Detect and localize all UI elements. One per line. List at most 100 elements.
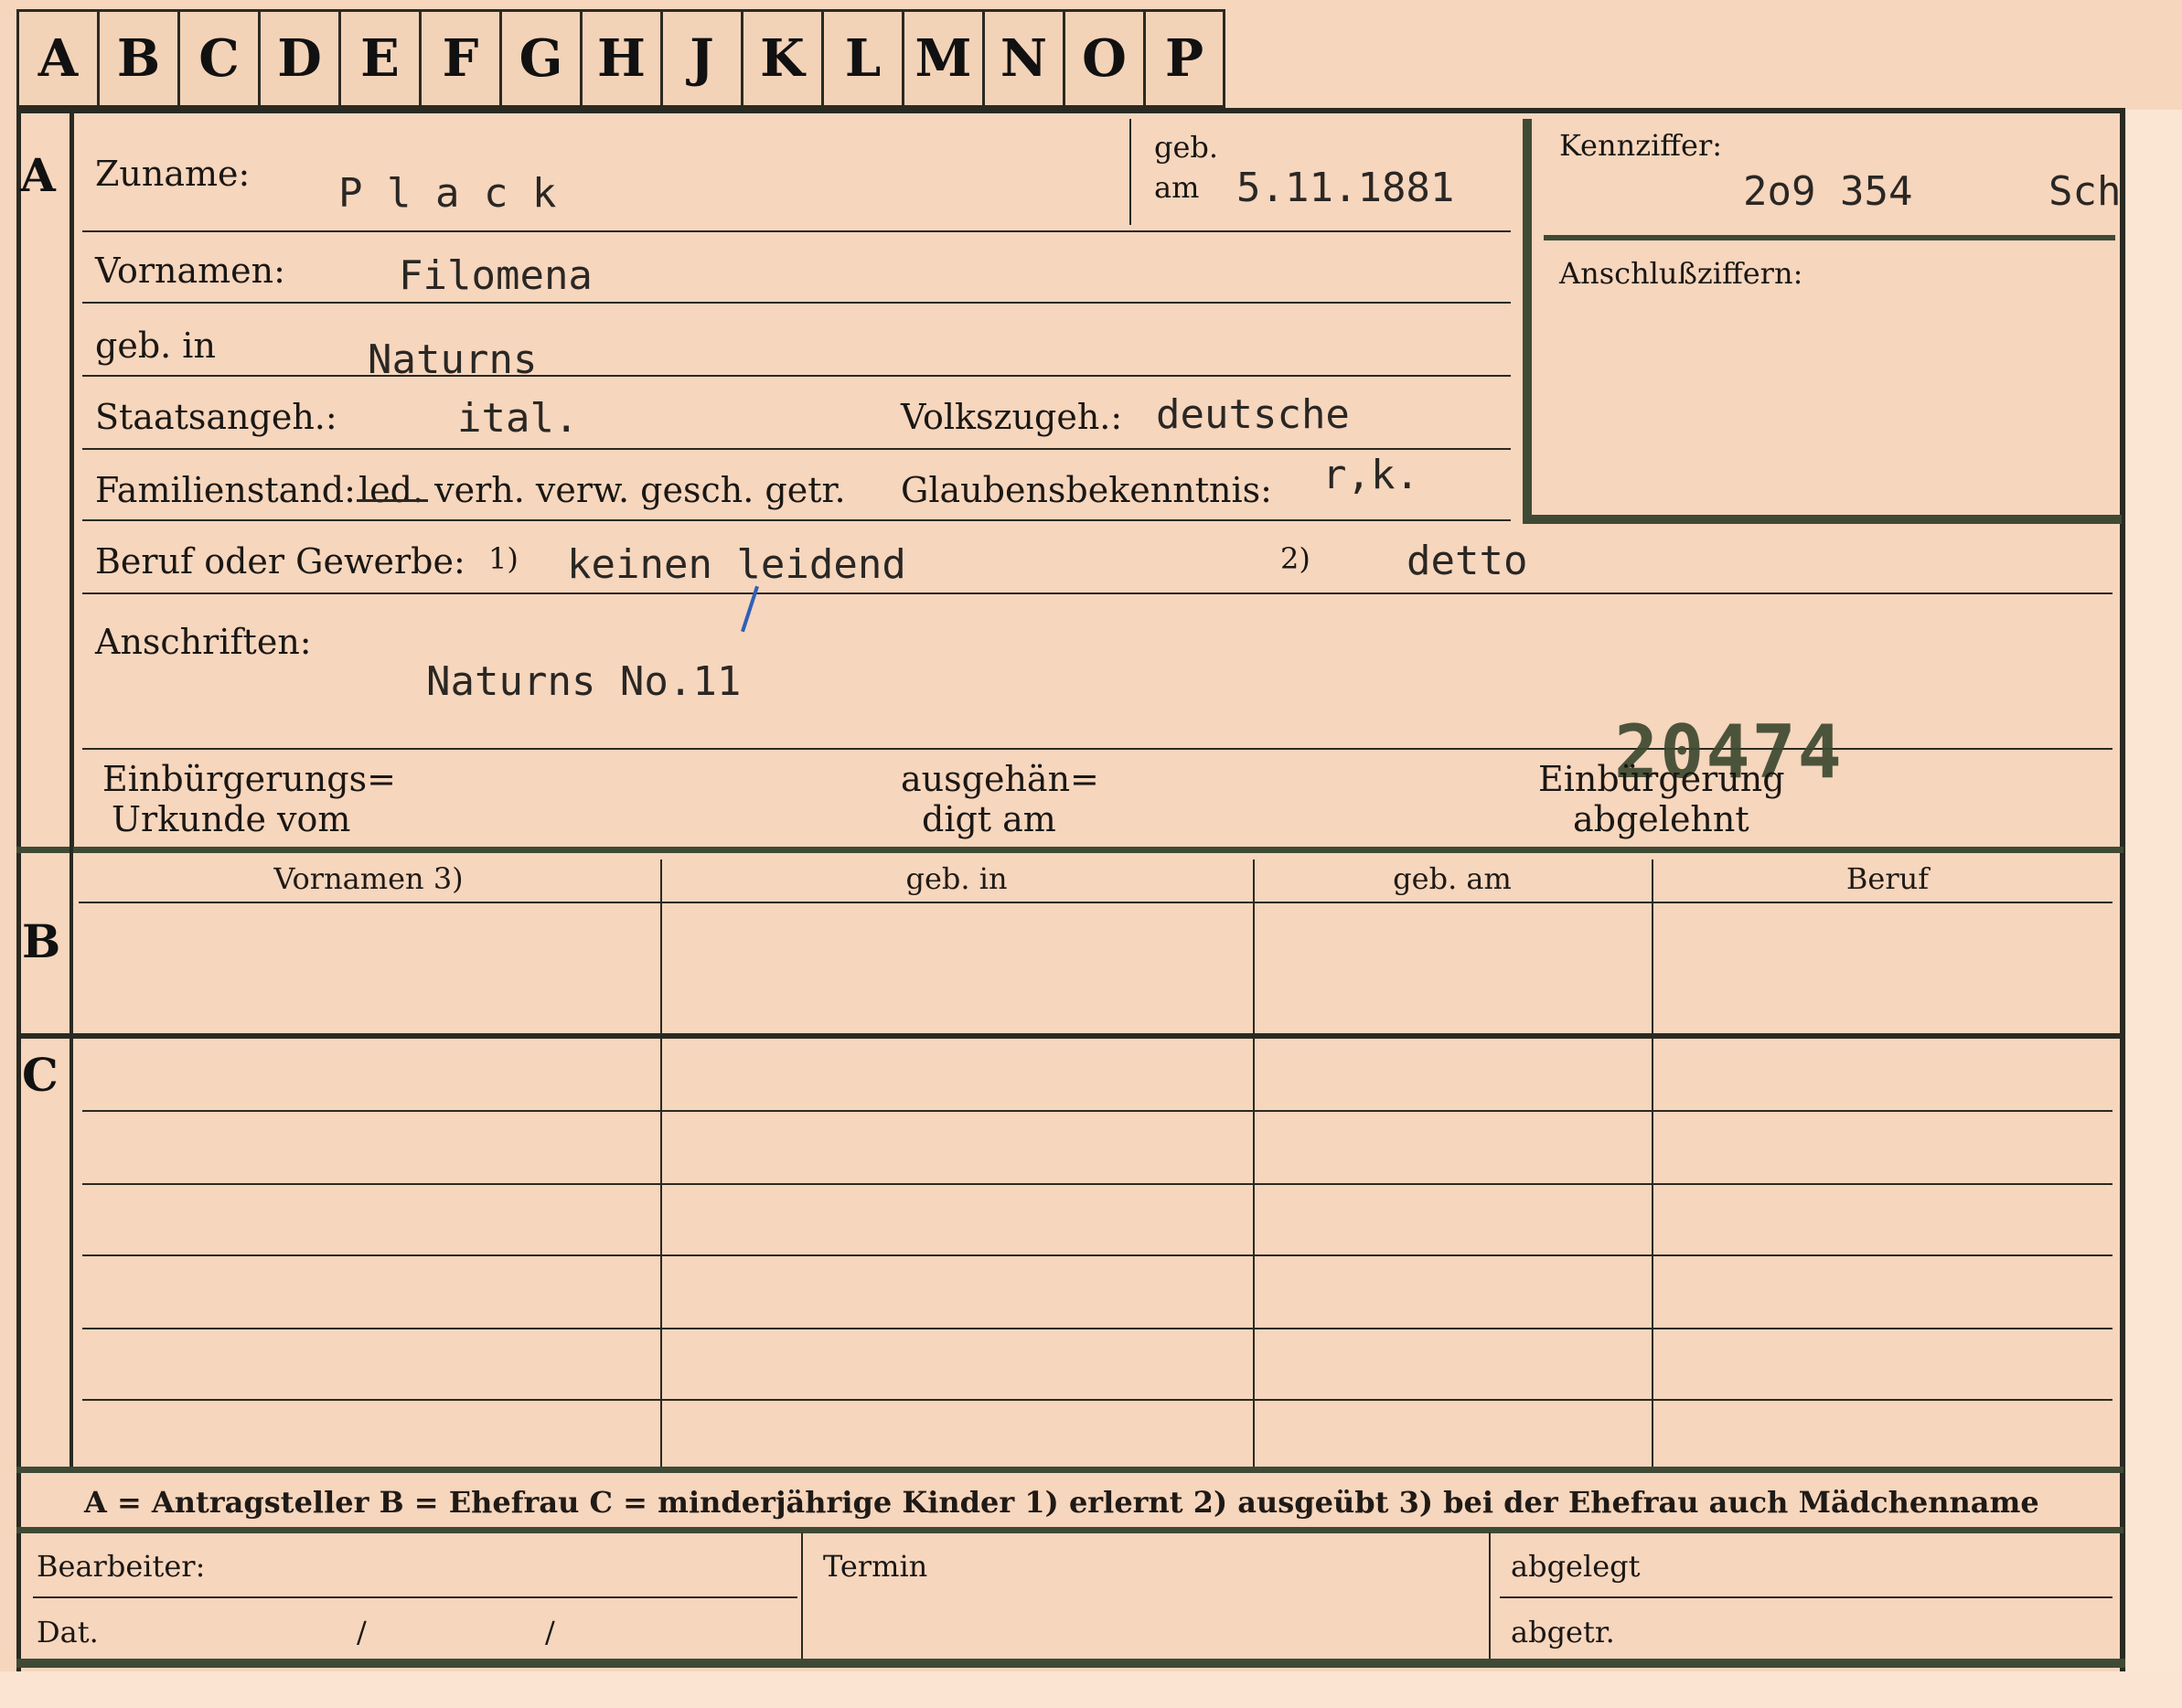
anschrift-value: Naturns No.11 xyxy=(426,658,742,705)
card-edge-bottom xyxy=(0,1671,2182,1708)
geb-in-value: Naturns xyxy=(368,336,538,383)
vornamen-label: Vornamen: xyxy=(95,251,285,291)
geb-label: geb. xyxy=(1154,130,1219,165)
index-tab-h[interactable]: H xyxy=(583,9,663,108)
geb-am-divider xyxy=(1129,119,1131,225)
index-tab-b[interactable]: B xyxy=(100,9,180,108)
staatsangeh-value: ital. xyxy=(457,395,579,442)
section-b-top-line xyxy=(16,847,2123,853)
section-b-letter: B xyxy=(22,914,61,968)
table-header-line xyxy=(79,902,2112,903)
beruf-footnote-2: 2) xyxy=(1280,541,1310,576)
ausgehaendigt-label-2: digt am xyxy=(922,799,1056,839)
beruf-label: Beruf oder Gewerbe: xyxy=(95,541,465,582)
zuname-value: P l a c k xyxy=(338,170,557,217)
frame-bottom-line xyxy=(16,1659,2125,1668)
einbuergerungsurkunde-label-2: Urkunde vom xyxy=(112,799,351,839)
beruf-value-2: detto xyxy=(1407,538,1528,584)
column-line-3 xyxy=(1652,859,1653,1468)
c-row-line-1 xyxy=(82,1110,2112,1112)
section-a-divider xyxy=(70,108,74,849)
table-header-beruf: Beruf xyxy=(1845,861,1930,896)
anschlussziffern-label: Anschlußziffern: xyxy=(1559,256,1803,291)
einbuergerung-abgelehnt-label-2: abgelehnt xyxy=(1573,799,1749,839)
volkszugeh-value: deutsche xyxy=(1156,391,1350,438)
index-tab-p[interactable]: P xyxy=(1146,9,1223,108)
footer-row-line xyxy=(33,1596,797,1598)
abgetr-label: abgetr. xyxy=(1511,1615,1615,1649)
vornamen-value: Filomena xyxy=(399,252,593,299)
row-line-zuname xyxy=(82,230,1511,232)
index-tab-n[interactable]: N xyxy=(985,9,1065,108)
index-tab-a[interactable]: A xyxy=(19,9,100,108)
c-row-line-4 xyxy=(82,1328,2112,1329)
bearbeiter-label: Bearbeiter: xyxy=(37,1549,206,1584)
familienstand-label: Familienstand: xyxy=(95,470,356,510)
footer-divider-2 xyxy=(1489,1532,1491,1660)
frame-top-line xyxy=(16,108,2125,113)
index-tab-l[interactable]: L xyxy=(824,9,904,108)
legend-top-line xyxy=(16,1467,2123,1473)
c-row-line-3 xyxy=(82,1254,2112,1256)
kennziffer-suffix: Sch xyxy=(2048,168,2122,215)
kennziffer-value: 2o9 354 xyxy=(1743,168,1913,215)
glaubensbekenntnis-value: r,k. xyxy=(1322,452,1419,498)
table-header-geb-in: geb. in xyxy=(905,861,1008,896)
column-line-1 xyxy=(660,859,662,1468)
table-header-vornamen: Vornamen 3) xyxy=(273,861,464,896)
column-line-2 xyxy=(1253,859,1255,1468)
volkszugeh-label: Volkszugeh.: xyxy=(901,397,1123,437)
index-tab-e[interactable]: E xyxy=(341,9,422,108)
row-line-familienstand xyxy=(82,519,1511,521)
beruf-value-1: keinen leidend xyxy=(567,541,906,588)
glaubensbekenntnis-label: Glaubensbekenntnis: xyxy=(901,470,1272,510)
frame-left-line xyxy=(16,108,21,1671)
index-tab-g[interactable]: G xyxy=(502,9,583,108)
row-line-staatsangeh xyxy=(82,448,1511,450)
kennziffer-box-divider xyxy=(1544,235,2115,240)
table-header-geb-am: geb. am xyxy=(1393,861,1512,896)
geb-in-label: geb. in xyxy=(95,326,216,366)
footer-row-line-right xyxy=(1500,1596,2112,1598)
einbuergerung-abgelehnt-label-1: Einbürgerung xyxy=(1538,759,1785,799)
index-tab-j[interactable]: J xyxy=(663,9,743,108)
legend-bottom-line xyxy=(16,1527,2123,1533)
date-slash-1: / xyxy=(357,1615,367,1649)
index-tab-k[interactable]: K xyxy=(743,9,824,108)
section-a-letter: A xyxy=(20,148,56,202)
anschriften-label: Anschriften: xyxy=(95,622,312,662)
index-tab-f[interactable]: F xyxy=(422,9,502,108)
index-tab-o[interactable]: O xyxy=(1065,9,1146,108)
row-line-beruf xyxy=(82,592,2112,594)
footer-divider-1 xyxy=(801,1532,803,1660)
card-edge-right xyxy=(2126,110,2182,1708)
geb-am-value: 5.11.1881 xyxy=(1236,165,1455,211)
section-c-top-line xyxy=(16,1033,2123,1039)
familienstand-underline xyxy=(357,499,428,502)
index-tab-c[interactable]: C xyxy=(180,9,261,108)
dat-label: Dat. xyxy=(37,1615,99,1649)
ausgehaendigt-label-1: ausgehän= xyxy=(901,759,1099,799)
staatsangeh-label: Staatsangeh.: xyxy=(95,397,337,437)
kennziffer-box-bottom xyxy=(1523,515,2122,524)
index-tab-d[interactable]: D xyxy=(261,9,341,108)
section-c-letter: C xyxy=(22,1048,59,1102)
legend-text: A = Antragsteller B = Ehefrau C = minder… xyxy=(84,1485,2039,1520)
index-tab-m[interactable]: M xyxy=(904,9,985,108)
termin-label: Termin xyxy=(823,1549,928,1584)
zuname-label: Zuname: xyxy=(95,154,251,194)
geb-am-label: am xyxy=(1154,170,1200,205)
familienstand-options: led. verh. verw. gesch. getr. xyxy=(358,470,846,510)
row-line-vornamen xyxy=(82,302,1511,304)
kennziffer-label: Kennziffer: xyxy=(1559,128,1723,163)
kennziffer-box-left xyxy=(1523,119,1532,524)
c-row-line-5 xyxy=(82,1399,2112,1401)
einbuergerungsurkunde-label-1: Einbürgerungs= xyxy=(102,759,396,799)
date-slash-2: / xyxy=(545,1615,555,1649)
section-b-c-divider xyxy=(70,847,73,1468)
c-row-line-2 xyxy=(82,1183,2112,1185)
registration-card xyxy=(0,0,2182,1708)
row-line-geb-in xyxy=(82,375,1511,377)
beruf-footnote-1: 1) xyxy=(488,541,519,576)
abgelegt-label: abgelegt xyxy=(1511,1549,1641,1584)
